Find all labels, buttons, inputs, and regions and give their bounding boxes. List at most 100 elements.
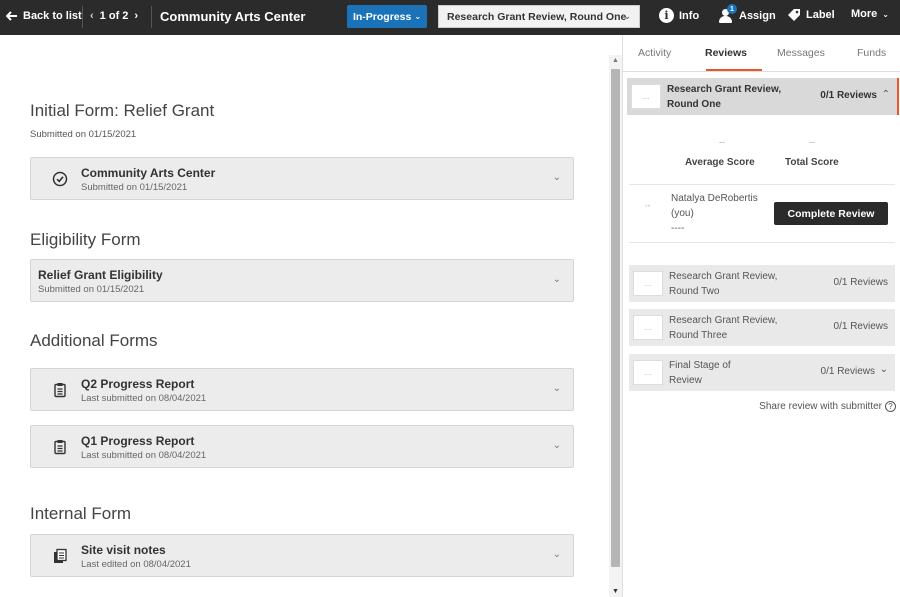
complete-review-button[interactable]: Complete Review [774, 202, 888, 225]
review-stage-round-two[interactable]: ... Research Grant Review, Round Two 0/1… [629, 265, 895, 302]
form-card-title: Q2 Progress Report [81, 377, 195, 391]
stage-name: Final Stage of Review [669, 360, 731, 386]
chevron-down-icon: ⌄ [552, 172, 561, 183]
previous-record-icon[interactable]: ‹ [90, 10, 94, 22]
status-label: In-Progress [352, 10, 412, 23]
notes-icon [54, 548, 67, 563]
review-stage-final[interactable]: ... Final Stage of Review 0/1 Reviews ⌄ [629, 354, 895, 391]
form-card-title: Relief Grant Eligibility [38, 268, 163, 282]
label-button[interactable]: Label [787, 8, 835, 22]
assign-label: Assign [739, 10, 776, 22]
info-icon: i [659, 8, 674, 23]
stage-review-count: 0/1 Reviews [820, 366, 875, 377]
more-menu-button[interactable]: More ⌄ [851, 8, 889, 20]
scroll-down-icon[interactable]: ▼ [612, 588, 619, 595]
clipboard-icon [54, 383, 66, 398]
average-score-label: Average Score [685, 157, 755, 168]
tab-funds[interactable]: Funds [857, 47, 886, 59]
stage-thumbnail: ... [633, 315, 663, 340]
chevron-down-icon: ⌄ [552, 274, 561, 285]
main-content: Initial Form: Relief Grant Submitted on … [0, 35, 609, 597]
form-card-title: Community Arts Center [81, 166, 216, 180]
share-review-toggle[interactable]: Share review with submitter ? [759, 401, 896, 412]
form-card-meta: Last submitted on 08/04/2021 [81, 450, 207, 461]
form-card-title: Site visit notes [81, 543, 166, 557]
more-label: More [851, 8, 878, 20]
initial-form-card[interactable]: Community Arts Center Submitted on 01/15… [30, 157, 574, 200]
form-card-title: Q1 Progress Report [81, 434, 195, 448]
stage-select-value: Research Grant Review, Round One [447, 10, 627, 23]
main-scrollbar[interactable]: ▲ ▼ [609, 55, 622, 597]
scroll-thumb[interactable] [611, 69, 620, 567]
tab-reviews[interactable]: Reviews [705, 47, 747, 59]
stage-thumbnail: ... [631, 84, 661, 109]
top-bar: Back to list ‹ 1 of 2 › Community Arts C… [0, 0, 900, 35]
assign-count-badge: 1 [727, 4, 737, 14]
chevron-down-icon: ⌄ [552, 440, 561, 451]
review-stage-round-one[interactable]: ... Research Grant Review, Round One 0/1… [627, 78, 899, 115]
check-circle-icon [52, 171, 68, 187]
scroll-up-icon[interactable]: ▲ [612, 57, 619, 64]
eligibility-form-heading: Eligibility Form [30, 230, 141, 249]
chevron-down-icon: ⌄ [882, 9, 889, 19]
clipboard-icon [54, 440, 66, 455]
chevron-down-icon: ⌄ [879, 364, 888, 375]
reviewer-avatar: -- [645, 201, 651, 210]
back-to-list-button[interactable]: Back to list [6, 10, 82, 22]
form-card-meta: Submitted on 01/15/2021 [38, 284, 145, 295]
panel-tabs: Activity Reviews Messages Funds [623, 35, 900, 72]
tag-icon [788, 9, 800, 21]
record-pager: ‹ 1 of 2 › [90, 10, 138, 22]
average-score-value: -- [719, 137, 725, 147]
chevron-down-icon: ⌄ [552, 383, 561, 394]
reviewer-score: ---- [671, 223, 685, 234]
stage-review-count: 0/1 Reviews [833, 277, 888, 288]
tab-activity[interactable]: Activity [638, 47, 671, 59]
assign-button[interactable]: 1 Assign [718, 4, 776, 24]
stage-review-count: 0/1 Reviews [820, 90, 877, 101]
internal-form-heading: Internal Form [30, 504, 132, 523]
reviewer-name: Natalya DeRobertis [671, 193, 758, 204]
stage-name: Research Grant Review, Round Three [669, 315, 778, 341]
review-stage-round-three[interactable]: ... Research Grant Review, Round Three 0… [629, 309, 895, 346]
chevron-up-icon: ⌃ [881, 89, 890, 100]
q1-progress-report-card[interactable]: Q1 Progress Report Last submitted on 08/… [30, 425, 574, 468]
total-score-value: -- [809, 137, 815, 147]
stage-select[interactable]: Research Grant Review, Round One ⌄ [438, 5, 640, 28]
share-review-label: Share review with submitter [759, 401, 882, 412]
stage-name: Research Grant Review, Round Two [669, 271, 778, 297]
site-visit-notes-card[interactable]: Site visit notes Last edited on 08/04/20… [30, 534, 574, 577]
reviewer-you-tag: (you) [671, 208, 694, 219]
divider [151, 6, 152, 28]
user-icon: 1 [718, 4, 737, 24]
arrow-left-icon [6, 11, 17, 21]
label-label: Label [806, 9, 835, 21]
active-tab-indicator [706, 69, 762, 71]
side-panel: Activity Reviews Messages Funds ... Rese… [622, 35, 900, 597]
q2-progress-report-card[interactable]: Q2 Progress Report Last submitted on 08/… [30, 368, 574, 411]
additional-forms-heading: Additional Forms [30, 331, 158, 350]
chevron-down-icon: ⌄ [623, 11, 631, 21]
back-label: Back to list [23, 10, 82, 22]
total-score-label: Total Score [785, 157, 839, 168]
chevron-down-icon: ⌄ [552, 549, 561, 560]
pager-label: 1 of 2 [99, 10, 129, 22]
stage-name: Research Grant Review, Round One [667, 84, 782, 110]
help-icon[interactable]: ? [885, 401, 896, 412]
divider [82, 6, 83, 28]
record-title: Community Arts Center [160, 9, 306, 24]
reviewer-info: Natalya DeRobertis (you) ---- [671, 191, 758, 236]
form-card-meta: Last submitted on 08/04/2021 [81, 393, 207, 404]
chevron-down-icon: ⌄ [414, 12, 422, 21]
divider [629, 184, 895, 185]
stage-thumbnail: ... [633, 360, 663, 385]
form-card-meta: Submitted on 01/15/2021 [81, 182, 188, 193]
info-button[interactable]: i Info [659, 8, 699, 23]
info-label: Info [679, 9, 700, 22]
stage-thumbnail: ... [633, 271, 663, 296]
status-dropdown[interactable]: In-Progress ⌄ [347, 5, 427, 28]
eligibility-form-card[interactable]: Relief Grant Eligibility Submitted on 01… [30, 259, 574, 302]
tab-messages[interactable]: Messages [777, 47, 825, 59]
next-record-icon[interactable]: › [134, 10, 138, 22]
divider [629, 242, 895, 243]
